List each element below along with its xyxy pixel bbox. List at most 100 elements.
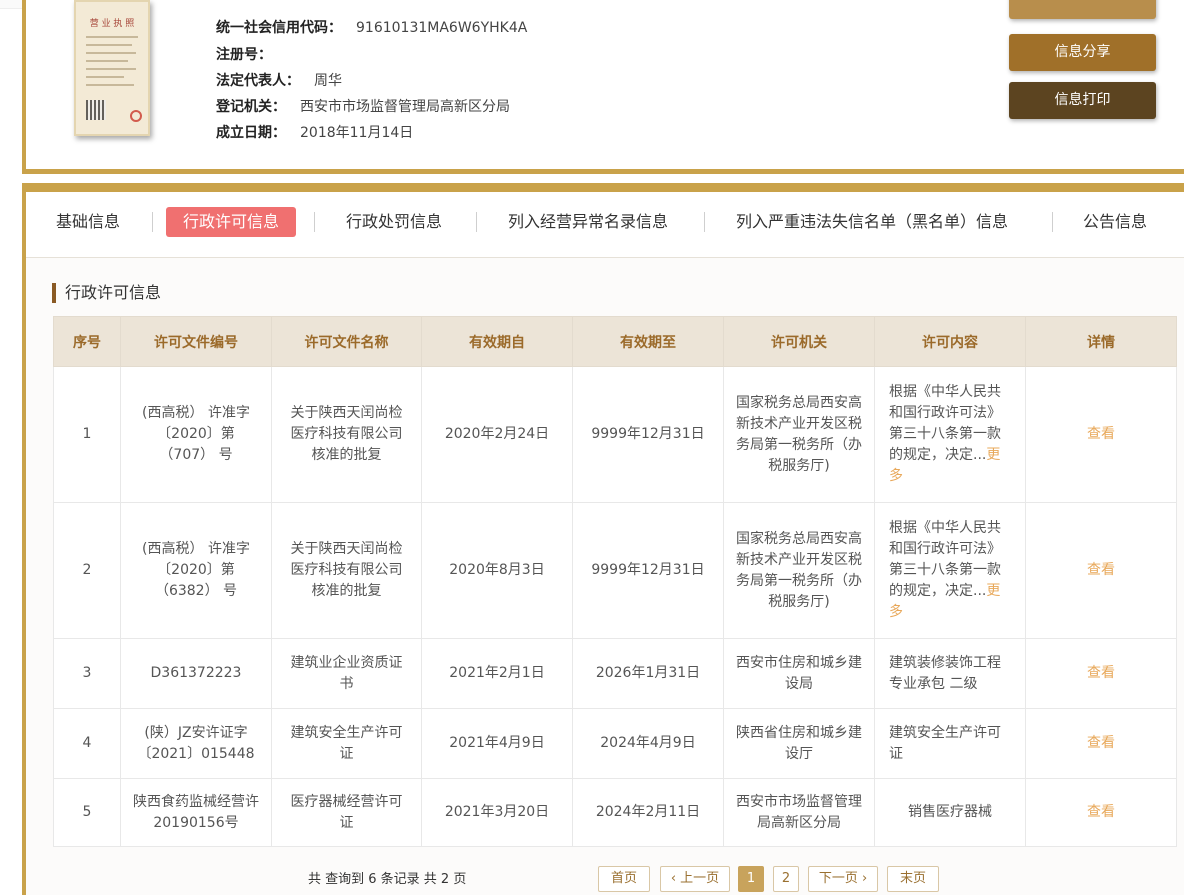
content-text: 建筑安全生产许可证 [889,724,1001,762]
cell-content: 建筑安全生产许可证 [874,708,1026,779]
header-content: 许可内容 [874,316,1026,367]
cell-authority: 国家税务总局西安高新技术产业开发区税务局第一税务所（办税服务厅) [723,366,875,503]
top-action-button[interactable] [1009,0,1156,19]
permit-table: 序号 许可文件编号 许可文件名称 有效期自 有效期至 许可机关 许可内容 详情 … [53,316,1177,847]
print-button[interactable]: 信息打印 [1009,82,1156,119]
company-info-card: 营 业 执 照 统一社会信用代码： 91610131MA6W6YHK4A 注册号：… [22,0,1184,174]
tab-separator [1052,212,1053,232]
header-valid-from: 有效期自 [421,316,573,367]
cell-authority: 陕西省住房和城乡建设厅 [723,708,875,779]
view-link[interactable]: 查看 [1087,735,1115,751]
cell-valid-from: 2021年3月20日 [421,778,573,847]
table-row: 4 (陕）JZ安许证字〔2021〕015448 建筑安全生产许可证 2021年4… [53,708,1177,779]
cell-detail: 查看 [1025,638,1177,709]
established-value: 2018年11月14日 [300,125,414,141]
cell-valid-to: 2026年1月31日 [572,638,724,709]
seal-icon [130,110,142,122]
cell-valid-from: 2021年4月9日 [421,708,573,779]
view-link[interactable]: 查看 [1087,804,1115,820]
authority-row: 登记机关： 西安市市场监督管理局高新区分局 [216,97,510,117]
view-link[interactable]: 查看 [1087,665,1115,681]
table-row: 2 (西高税） 许准字〔2020〕第（6382） 号 关于陕西天闰尚检医疗科技有… [53,502,1177,639]
cell-content: 建筑装修装饰工程专业承包 二级 [874,638,1026,709]
view-link[interactable]: 查看 [1087,426,1115,442]
tab-basic-info[interactable]: 基础信息 [56,207,120,237]
reg-no-row: 注册号： [216,45,286,65]
table-row: 3 D361372223 建筑业企业资质证书 2021年2月1日 2026年1月… [53,638,1177,709]
table-header-row: 序号 许可文件编号 许可文件名称 有效期自 有效期至 许可机关 许可内容 详情 [53,316,1177,367]
cell-detail: 查看 [1025,366,1177,503]
cell-detail: 查看 [1025,778,1177,847]
cell-doc-name: 建筑安全生产许可证 [271,708,422,779]
tab-announcement[interactable]: 公告信息 [1083,207,1147,237]
cell-valid-to: 9999年12月31日 [572,366,724,503]
cell-no: 2 [53,502,121,639]
legal-rep-value: 周华 [314,73,342,89]
header-detail: 详情 [1025,316,1177,367]
cell-doc-name: 关于陕西天闰尚检医疗科技有限公司核准的批复 [271,366,422,503]
first-page-button[interactable]: 首页 [598,866,650,892]
credit-code-value: 91610131MA6W6YHK4A [356,20,528,36]
legal-rep-label: 法定代表人： [216,73,300,89]
table-row: 5 陕西食药监械经营许20190156号 医疗器械经营许可证 2021年3月20… [53,778,1177,847]
page-2-button[interactable]: 2 [773,866,799,892]
section-title: 行政许可信息 [52,283,161,303]
cell-doc-no: D361372223 [120,638,272,709]
prev-page-button[interactable]: ‹ 上一页 [660,866,730,892]
tab-blacklist[interactable]: 列入严重违法失信名单（黑名单）信息 [736,207,1008,237]
cell-no: 3 [53,638,121,709]
cell-content: 销售医疗器械 [874,778,1026,847]
cell-valid-to: 2024年4月9日 [572,708,724,779]
detail-card: 基础信息 行政许可信息 行政处罚信息 列入经营异常名录信息 列入严重违法失信名单… [22,183,1184,895]
pagination-summary: 共 查询到 6 条记录 共 2 页 [308,872,467,887]
established-label: 成立日期： [216,125,286,141]
tab-separator [314,212,315,232]
header-doc-name: 许可文件名称 [271,316,422,367]
share-button[interactable]: 信息分享 [1009,34,1156,71]
cell-no: 1 [53,366,121,503]
cell-doc-name: 关于陕西天闰尚检医疗科技有限公司核准的批复 [271,502,422,639]
content-text: 销售医疗器械 [908,804,992,820]
reg-no-label: 注册号： [216,47,272,63]
tab-bar: 基础信息 行政许可信息 行政处罚信息 列入经营异常名录信息 列入严重违法失信名单… [26,192,1184,258]
qr-code-icon [86,100,106,120]
tab-separator [152,212,153,232]
table-row: 1 (西高税） 许准字〔2020〕第（707） 号 关于陕西天闰尚检医疗科技有限… [53,366,1177,503]
content-text: 建筑装修装饰工程专业承包 二级 [889,654,1001,692]
authority-label: 登记机关： [216,99,286,115]
last-page-button[interactable]: 末页 [887,866,939,892]
cell-doc-no: (陕）JZ安许证字〔2021〕015448 [120,708,272,779]
cell-doc-name: 建筑业企业资质证书 [271,638,422,709]
cell-valid-to: 2024年2月11日 [572,778,724,847]
cell-no: 5 [53,778,121,847]
established-row: 成立日期： 2018年11月14日 [216,123,413,143]
cell-no: 4 [53,708,121,779]
cell-valid-to: 9999年12月31日 [572,502,724,639]
cell-authority: 西安市住房和城乡建设局 [723,638,875,709]
cell-detail: 查看 [1025,502,1177,639]
content-text: 根据《中华人民共和国行政许可法》第三十八条第一款的规定，决定... [889,520,1001,599]
cell-doc-no: 陕西食药监械经营许20190156号 [120,778,272,847]
cell-content: 根据《中华人民共和国行政许可法》第三十八条第一款的规定，决定...更多 [874,366,1026,503]
cell-valid-from: 2020年2月24日 [421,366,573,503]
tab-abnormal-list[interactable]: 列入经营异常名录信息 [508,207,668,237]
credit-code-label: 统一社会信用代码： [216,20,342,36]
cell-valid-from: 2021年2月1日 [421,638,573,709]
header-valid-to: 有效期至 [572,316,724,367]
header-no: 序号 [53,316,121,367]
page-1-button[interactable]: 1 [738,866,764,892]
cell-doc-name: 医疗器械经营许可证 [271,778,422,847]
view-link[interactable]: 查看 [1087,562,1115,578]
content-text: 根据《中华人民共和国行政许可法》第三十八条第一款的规定，决定... [889,384,1001,463]
tab-admin-license[interactable]: 行政许可信息 [166,207,297,237]
cell-authority: 国家税务总局西安高新技术产业开发区税务局第一税务所（办税服务厅) [723,502,875,639]
header-authority: 许可机关 [723,316,875,367]
legal-rep-row: 法定代表人： 周华 [216,71,342,91]
cell-doc-no: (西高税） 许准字〔2020〕第（707） 号 [120,366,272,503]
business-license-image[interactable]: 营 业 执 照 [74,0,150,136]
next-page-button[interactable]: 下一页 › [808,866,878,892]
license-image-title: 营 业 执 照 [89,19,135,29]
tab-admin-penalty[interactable]: 行政处罚信息 [346,207,442,237]
authority-value: 西安市市场监督管理局高新区分局 [300,99,510,115]
credit-code-row: 统一社会信用代码： 91610131MA6W6YHK4A [216,18,527,38]
